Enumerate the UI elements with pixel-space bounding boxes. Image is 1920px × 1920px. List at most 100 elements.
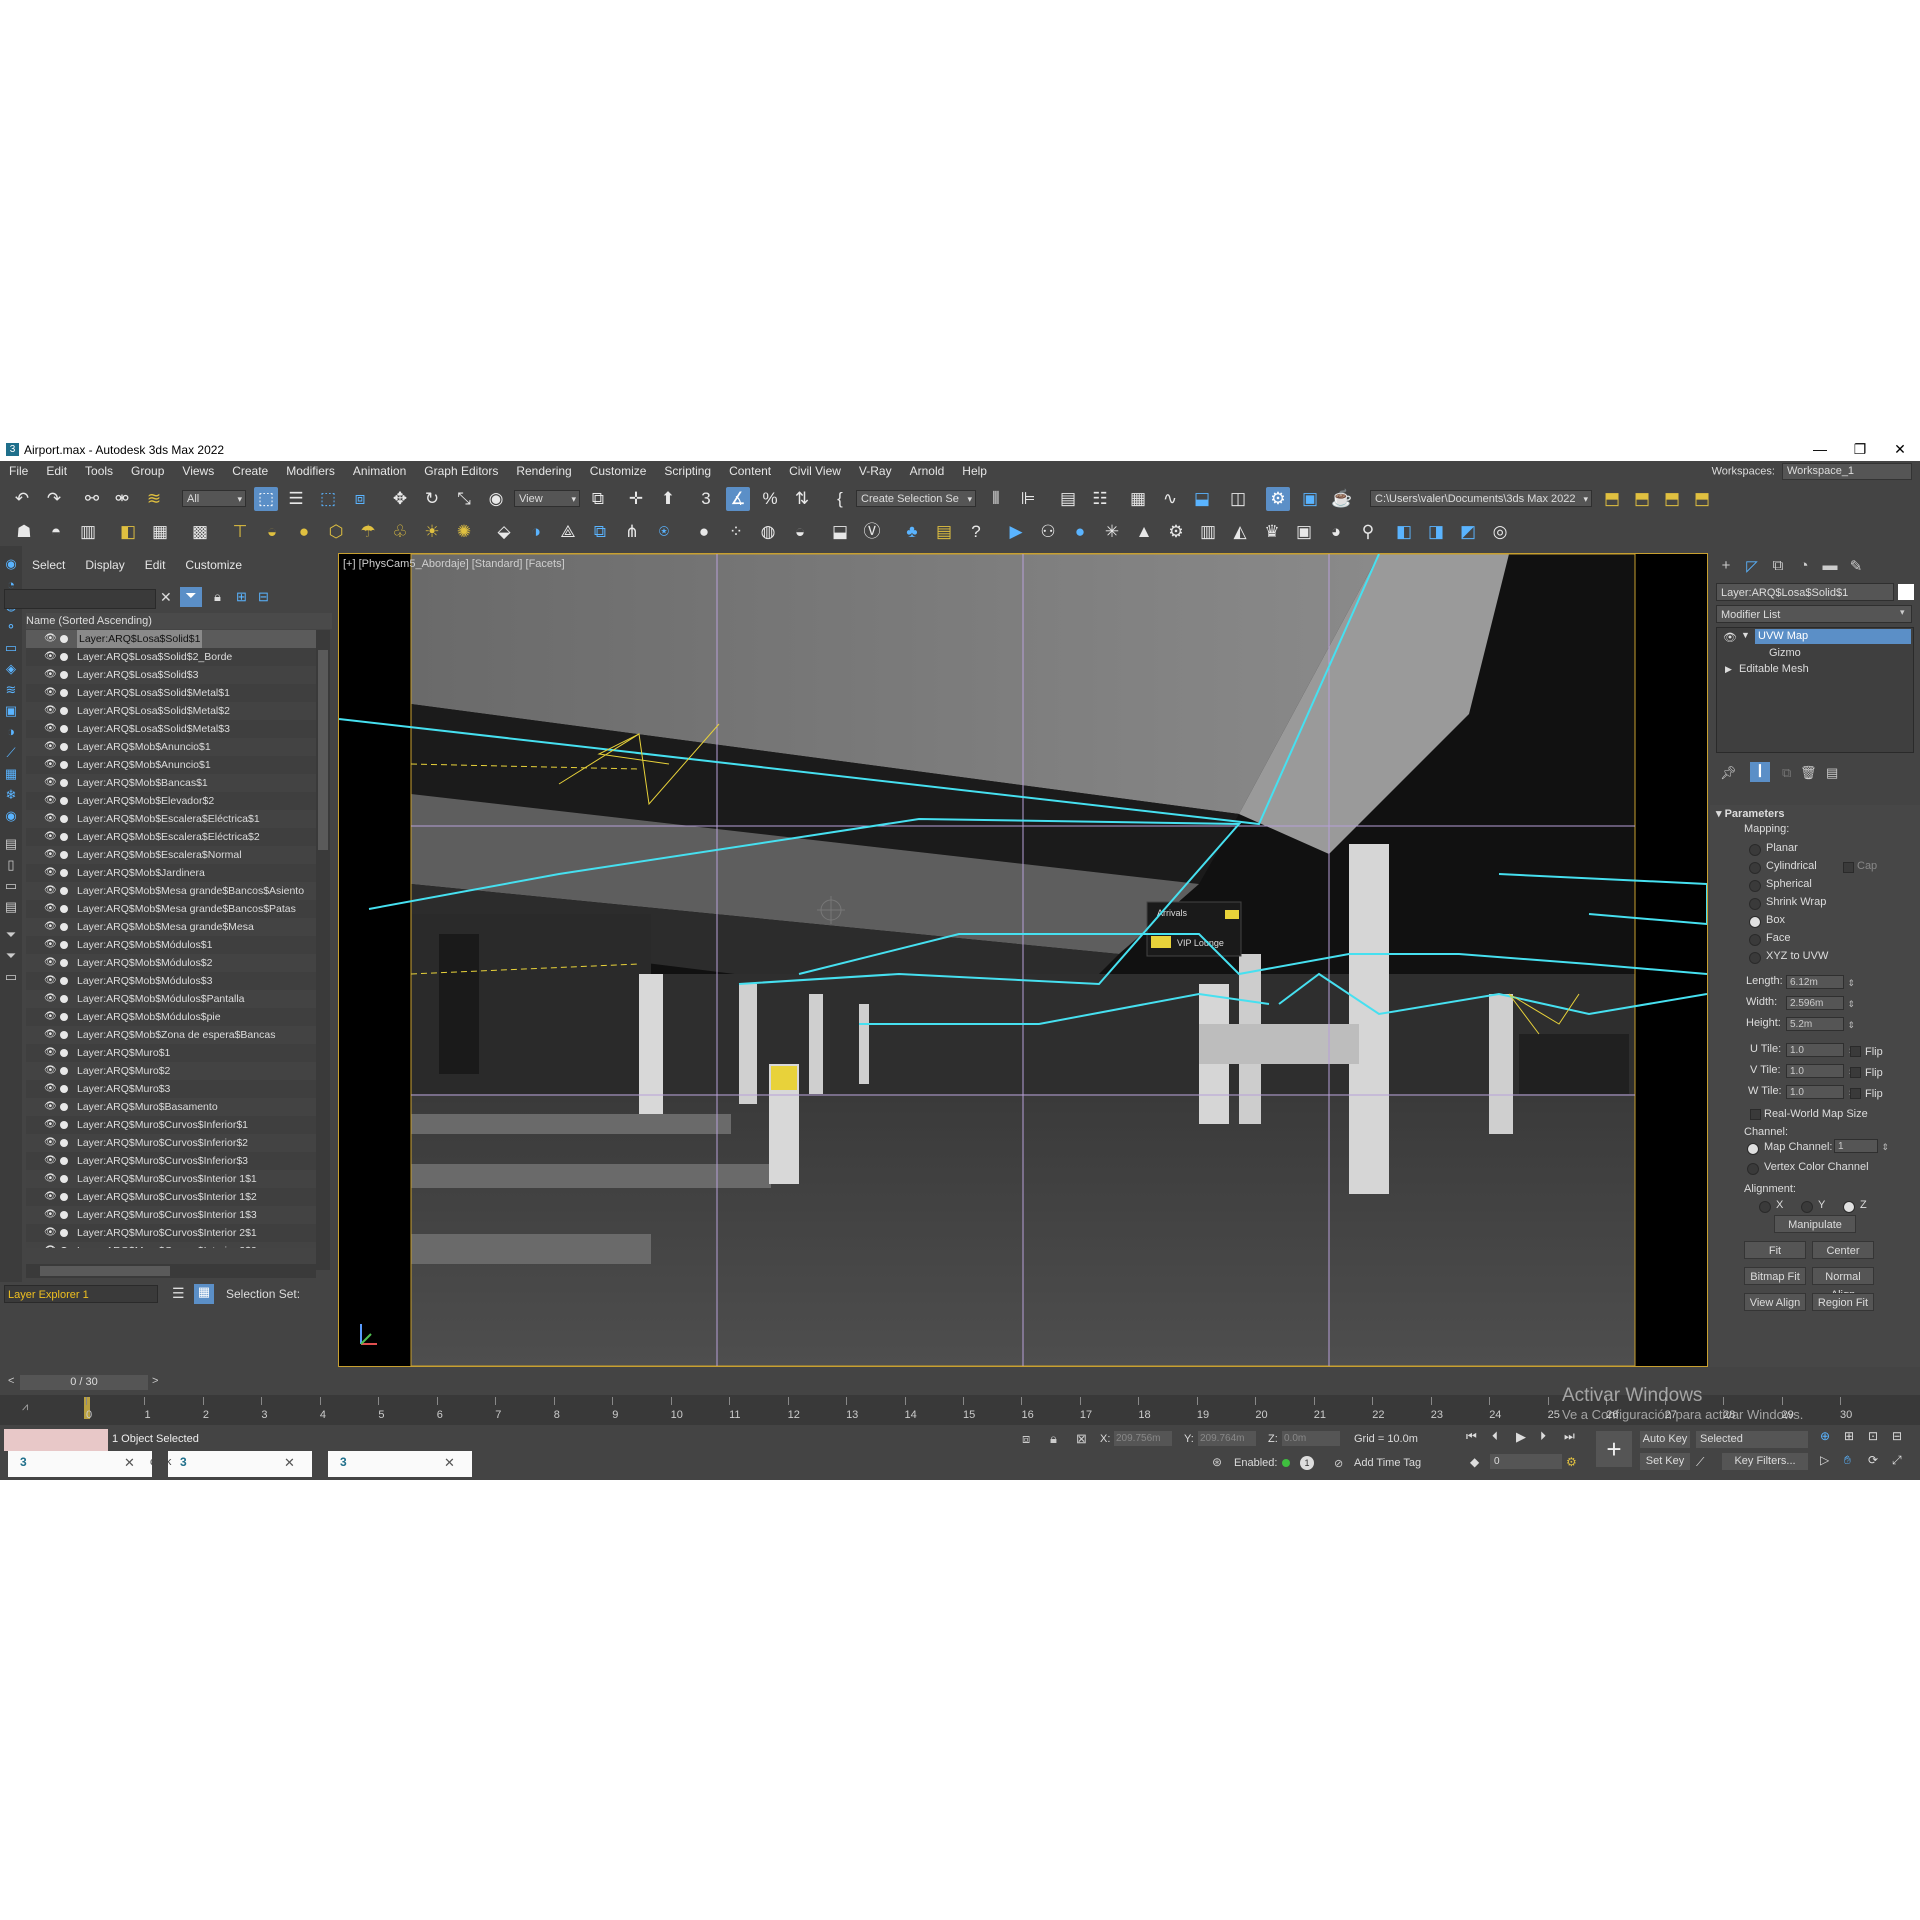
maximize-viewport-icon[interactable]: ⤢ [1892,1453,1902,1468]
layer-row[interactable]: 👁︎ Layer:ARQ$Muro$Curvos$Interior 1$1 [26,1170,316,1188]
layer-row[interactable]: 👁︎ Layer:ARQ$Muro$2 [26,1062,316,1080]
layer-row[interactable]: 👁︎ Layer:ARQ$Mob$Módulos$2 [26,954,316,972]
menu-views[interactable]: Views [173,461,223,478]
project-icon-3[interactable]: ⬒ [1660,487,1684,511]
fur-icon[interactable]: ⧉ [588,520,612,544]
render-toggle-icon[interactable] [60,959,68,967]
stack-item-gizmo[interactable]: Gizmo [1769,647,1801,659]
clipper-icon[interactable]: ⍟ [652,520,676,544]
render-icon[interactable]: ◓ [44,520,68,544]
frame-counter[interactable]: 0 / 30 [20,1375,148,1390]
angle-snap-icon[interactable]: ∡ [726,487,750,511]
menu-file[interactable]: File [0,461,37,478]
xref-filter-icon[interactable]: ◑ [3,724,19,740]
render-toggle-icon[interactable] [60,941,68,949]
next-frame-icon[interactable]: > [152,1375,158,1387]
modifier-list-dropdown[interactable]: Modifier List [1716,605,1912,623]
render-toggle-icon[interactable] [60,995,68,1003]
key-filters-button[interactable]: Key Filters... [1722,1453,1808,1470]
visibility-eye-icon[interactable]: 👁︎ [44,630,57,648]
menu-create[interactable]: Create [223,461,277,478]
layer-row[interactable]: 👁︎ Layer:ARQ$Muro$3 [26,1080,316,1098]
u-flip-checkbox[interactable] [1850,1046,1861,1057]
window-2-close-icon[interactable]: ✕ [284,1455,295,1471]
multi-camera-icon[interactable]: ⚇ [1036,520,1060,544]
funnel-icon[interactable]: ⏷ [3,948,19,964]
vray-icon-3[interactable]: ▩ [188,520,212,544]
render-toggle-icon[interactable] [60,833,68,841]
hierarchy-tab-icon[interactable]: ⧉ [1766,557,1790,577]
render-setup-icon[interactable]: ⚙ [1266,487,1290,511]
project-folder-dropdown[interactable]: C:\Users\valer\Documents\3ds Max 2022 [1370,490,1592,508]
layer-row[interactable]: 👁︎ Layer:ARQ$Losa$Solid$Metal$1 [26,684,316,702]
cap-checkbox[interactable] [1843,862,1854,873]
key-set-dropdown[interactable]: Selected [1696,1431,1808,1448]
clear-search-icon[interactable]: ✕ [160,589,172,606]
time-config-icon[interactable]: ⚙ [1566,1455,1577,1469]
layer-row[interactable]: 👁︎ Layer:ARQ$Losa$Solid$Metal$3 [26,720,316,738]
track-bar[interactable]: ⩘ 0 1 2 3 4 5 6 7 8 9 10 11 12 13 14 15 16 17 18 19 20 21 22 23… [0,1395,1920,1425]
sky-icon[interactable]: ✺ [452,520,476,544]
container-filter-icon[interactable]: ▦ [3,766,19,782]
menu-civil-view[interactable]: Civil View [780,461,850,478]
fov-icon[interactable]: ▷ [1820,1453,1829,1467]
visibility-eye-icon[interactable]: 👁︎ [44,1206,57,1224]
stack-expand-icon[interactable]: ▼ [1741,630,1750,640]
modify-tab-icon[interactable]: ◸ [1740,557,1764,577]
sphere-light-icon[interactable]: ● [292,520,316,544]
visibility-eye-icon[interactable]: 👁︎ [44,684,57,702]
gear-light-icon[interactable]: ⚙ [1164,520,1188,544]
zoom-extents-icon[interactable]: ⊡ [1868,1429,1878,1443]
align-z-radio[interactable]: Z [1843,1199,1867,1213]
render-toggle-icon[interactable] [60,635,68,643]
pivot-center-icon[interactable]: ⧉ [586,487,610,511]
visibility-eye-icon[interactable]: 👁︎ [44,1098,57,1116]
place-icon[interactable]: ◉ [484,487,508,511]
render-toggle-icon[interactable] [60,869,68,877]
visibility-eye-icon[interactable]: 👁︎ [44,1080,57,1098]
v-flip-checkbox[interactable] [1850,1067,1861,1078]
visibility-eye-icon[interactable]: 👁︎ [44,1026,57,1044]
open-window-2[interactable]: click 3 ✕ [150,1451,312,1477]
undo-icon[interactable]: ↶ [10,487,34,511]
normal-align-button[interactable]: Normal Align [1812,1267,1874,1301]
dome-light-icon[interactable]: ◒ [260,520,284,544]
layer-row[interactable]: 👁︎ Layer:ARQ$Losa$Solid$1 [26,630,316,648]
manipulate-button[interactable]: Manipulate [1774,1215,1856,1233]
vray-icon-1[interactable]: ◧ [116,520,140,544]
named-selection-dropdown[interactable]: Create Selection Se [856,490,976,508]
material-sphere-icon[interactable]: ● [692,520,716,544]
visibility-eye-icon[interactable]: 👁︎ [44,954,57,972]
render-toggle-icon[interactable] [60,887,68,895]
minimize-icon[interactable]: — [1800,441,1840,457]
menu-scripting[interactable]: Scripting [655,461,720,478]
menu-group[interactable]: Group [122,461,173,478]
link-icon[interactable]: ⚯ [80,487,104,511]
helper-filter-icon[interactable]: ◈ [3,661,19,677]
layer-row[interactable]: 👁︎ Layer:ARQ$Mob$Mesa grande$Bancos$Patas [26,900,316,918]
teapot-icon[interactable]: ☗ [12,520,36,544]
reference-coord-dropdown[interactable]: View [514,490,580,508]
y-coordinate-field[interactable]: 209.764m [1198,1431,1256,1446]
material-palette-icon[interactable]: ◍ [756,520,780,544]
forest-icon[interactable]: ♣ [900,520,924,544]
layer-row[interactable]: 👁︎ Layer:ARQ$Mob$Módulos$1 [26,936,316,954]
render-toggle-icon[interactable] [60,689,68,697]
render-toggle-icon[interactable] [60,1175,68,1183]
menu-graph-editors[interactable]: Graph Editors [415,461,507,478]
scroll-thumb[interactable] [318,650,328,850]
layer-row[interactable]: 👁︎ Layer:ARQ$Mob$Anuncio$1 [26,738,316,756]
render-toggle-icon[interactable] [60,1211,68,1219]
perspective-viewport[interactable]: Arrivals VIP Lounge [+] [PhysCam5_Aborda… [338,553,1708,1367]
configure-modifier-sets-icon[interactable]: ▤ [1826,765,1838,781]
render-toggle-icon[interactable] [60,1157,68,1165]
select-object-icon[interactable]: ⬚ [254,487,278,511]
render-frame-icon[interactable]: ▣ [1292,520,1316,544]
rectangular-selection-icon[interactable]: ⬚ [316,487,340,511]
mapping-planar-radio[interactable]: Planar [1749,842,1798,856]
vray-sphere-icon[interactable]: ◑ [524,520,548,544]
pan-icon[interactable]: ✋︎ [1844,1453,1851,1468]
height-spinner[interactable]: 5.2m [1786,1017,1855,1032]
render-toggle-icon[interactable] [60,653,68,661]
explorer-menu-display[interactable]: Display [75,546,134,572]
